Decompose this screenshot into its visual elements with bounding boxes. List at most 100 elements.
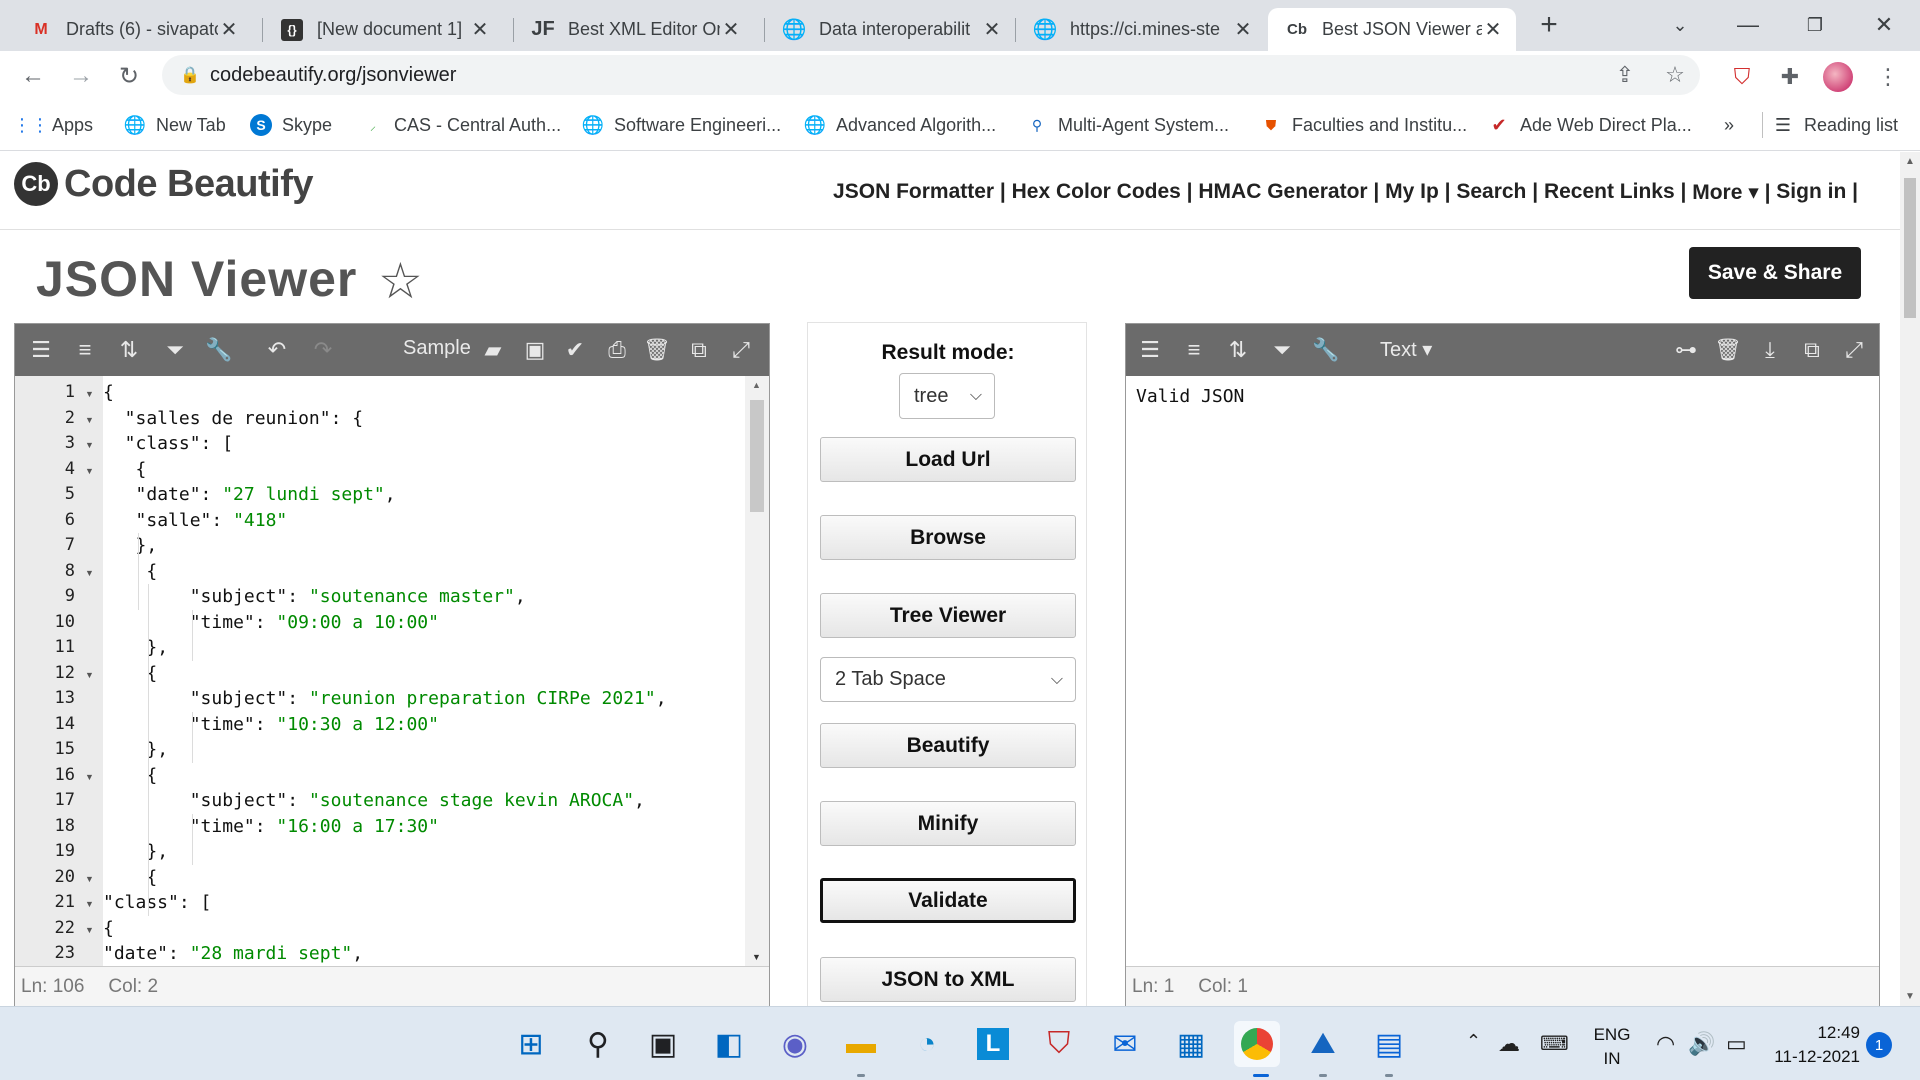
reading-list-button[interactable]: ☰ Reading list bbox=[1772, 111, 1898, 139]
tab-json-viewer[interactable]: Cb Best JSON Viewer a ✕ bbox=[1268, 8, 1516, 51]
format-icon[interactable]: ☰ bbox=[1136, 336, 1164, 364]
delete-trash-icon[interactable]: 🗑 bbox=[643, 336, 671, 364]
nav-recent-links[interactable]: Recent Links | bbox=[1544, 180, 1692, 205]
address-bar[interactable]: 🔒 codebeautify.org/jsonviewer ⇪ ☆ bbox=[162, 55, 1700, 95]
tab-new-document[interactable]: {} [New document 1] ✕ bbox=[263, 8, 503, 51]
bookmark-new-tab[interactable]: 🌐 New Tab bbox=[124, 111, 226, 139]
reload-icon[interactable]: ↻ bbox=[112, 59, 146, 93]
store-icon[interactable]: ▦ bbox=[1168, 1021, 1214, 1067]
nav-json-formatter[interactable]: JSON Formatter | bbox=[833, 180, 1012, 205]
extension-shield-icon[interactable]: ⛉ bbox=[1726, 61, 1758, 93]
notification-badge[interactable]: 1 bbox=[1866, 1032, 1892, 1058]
redo-icon[interactable]: ↷ bbox=[309, 336, 337, 364]
editor-scrollbar[interactable]: ▲ ▼ bbox=[745, 376, 769, 966]
bookmark-apps[interactable]: ⋮⋮ Apps bbox=[13, 111, 93, 139]
sample-button[interactable]: Sample bbox=[403, 337, 471, 360]
tab-data-interoperability[interactable]: 🌐 Data interoperabilit ✕ bbox=[765, 8, 1015, 51]
repair-wrench-icon[interactable]: 🔧 bbox=[1312, 336, 1340, 364]
fold-toggle-icon[interactable]: ▼ bbox=[85, 440, 94, 450]
sort-icon[interactable]: ⇅ bbox=[1224, 336, 1252, 364]
nav-sign-in[interactable]: Sign in | bbox=[1776, 180, 1858, 205]
photos-icon[interactable]: ⛰ bbox=[1300, 1021, 1346, 1067]
print-icon[interactable]: ⎙ bbox=[603, 336, 631, 364]
output-mode-dropdown[interactable]: Text ▾ bbox=[1380, 337, 1432, 362]
fold-toggle-icon[interactable]: ▼ bbox=[85, 874, 94, 884]
compact-icon[interactable]: ≡ bbox=[71, 336, 99, 364]
fold-toggle-icon[interactable]: ▼ bbox=[85, 925, 94, 935]
filter-icon[interactable]: ⏷ bbox=[1268, 336, 1296, 364]
restore-icon[interactable]: ❐ bbox=[1795, 6, 1835, 44]
task-view-icon[interactable]: ▣ bbox=[640, 1021, 686, 1067]
tree-structure-icon[interactable]: ⊶ bbox=[1672, 336, 1700, 364]
fold-toggle-icon[interactable]: ▼ bbox=[85, 568, 94, 578]
load-url-button[interactable]: Load Url bbox=[820, 437, 1076, 482]
fold-toggle-icon[interactable]: ▼ bbox=[85, 899, 94, 909]
volume-icon[interactable]: 🔊 bbox=[1688, 1031, 1715, 1057]
nav-hex-color-codes[interactable]: Hex Color Codes | bbox=[1012, 180, 1199, 205]
site-logo[interactable]: Cb Code Beautify bbox=[14, 162, 313, 206]
search-icon[interactable]: ⚲ bbox=[575, 1021, 621, 1067]
keyboard-icon[interactable]: ⌨ bbox=[1540, 1031, 1569, 1056]
start-windows-icon[interactable]: ⊞ bbox=[508, 1021, 554, 1067]
fold-toggle-icon[interactable]: ▼ bbox=[85, 466, 94, 476]
copy-icon[interactable]: ⧉ bbox=[1798, 336, 1826, 364]
save-share-button[interactable]: Save & Share bbox=[1689, 247, 1861, 299]
nav-more[interactable]: More ▾ | bbox=[1692, 180, 1776, 205]
fold-toggle-icon[interactable]: ▼ bbox=[85, 772, 94, 782]
teams-chat-icon[interactable]: ◉ bbox=[772, 1021, 818, 1067]
bookmark-advanced-algorithms[interactable]: 🌐 Advanced Algorith... bbox=[804, 111, 996, 139]
minify-button[interactable]: Minify bbox=[820, 801, 1076, 846]
download-icon[interactable]: ⤓ bbox=[1756, 336, 1784, 364]
favorite-star-icon[interactable]: ☆ bbox=[378, 252, 423, 310]
tab-xml-editor[interactable]: JF Best XML Editor On ✕ bbox=[514, 8, 754, 51]
close-icon[interactable]: ✕ bbox=[1232, 17, 1254, 42]
bookmark-cas[interactable]: ⸝ CAS - Central Auth... bbox=[362, 111, 561, 139]
json-to-xml-button[interactable]: JSON to XML bbox=[820, 957, 1076, 1002]
fullscreen-icon[interactable]: ⤢ bbox=[727, 336, 755, 364]
fold-toggle-icon[interactable]: ▼ bbox=[85, 389, 94, 399]
beautify-button[interactable]: Beautify bbox=[820, 723, 1076, 768]
tab-search-icon[interactable]: ⌄ bbox=[1660, 6, 1700, 44]
mail-icon[interactable]: ✉ bbox=[1102, 1021, 1148, 1067]
widgets-icon[interactable]: ◧ bbox=[706, 1021, 752, 1067]
format-icon[interactable]: ☰ bbox=[27, 336, 55, 364]
bookmark-multi-agent[interactable]: ⚲ Multi-Agent System... bbox=[1026, 111, 1229, 139]
wifi-icon[interactable]: ◠ bbox=[1656, 1031, 1675, 1057]
json-input-editor[interactable]: {"salles de reunion": {"class": [{"date"… bbox=[103, 376, 745, 966]
page-scrollbar[interactable]: ▲ ▼ bbox=[1900, 152, 1920, 1006]
l-app-icon[interactable]: L bbox=[970, 1021, 1016, 1067]
close-icon[interactable]: ✕ bbox=[981, 17, 1003, 42]
browse-button[interactable]: Browse bbox=[820, 515, 1076, 560]
bookmark-software-engineering[interactable]: 🌐 Software Engineeri... bbox=[582, 111, 781, 139]
share-icon[interactable]: ⇪ bbox=[1600, 62, 1650, 88]
mcafee-shield-icon[interactable]: ⛉ bbox=[1036, 1021, 1082, 1067]
save-disk-icon[interactable]: ▣ bbox=[521, 336, 549, 364]
fold-toggle-icon[interactable]: ▼ bbox=[85, 415, 94, 425]
validate-button[interactable]: Validate bbox=[820, 878, 1076, 923]
language-indicator[interactable]: ENG IN bbox=[1590, 1025, 1634, 1069]
filter-icon[interactable]: ⏷ bbox=[161, 336, 189, 364]
bookmark-star-icon[interactable]: ☆ bbox=[1650, 62, 1700, 88]
minimize-icon[interactable]: — bbox=[1728, 6, 1768, 44]
copy-icon[interactable]: ⧉ bbox=[685, 336, 713, 364]
back-icon[interactable]: ← bbox=[16, 59, 50, 93]
close-icon[interactable]: ✕ bbox=[1482, 17, 1504, 42]
battery-icon[interactable]: ▭ bbox=[1726, 1031, 1747, 1057]
bookmark-ade-web[interactable]: ✔ Ade Web Direct Pla... bbox=[1488, 111, 1691, 139]
open-folder-icon[interactable]: ▰ bbox=[479, 336, 507, 364]
tree-viewer-button[interactable]: Tree Viewer bbox=[820, 593, 1076, 638]
clock[interactable]: 12:49 11-12-2021 bbox=[1770, 1023, 1860, 1067]
close-icon[interactable]: ✕ bbox=[218, 17, 240, 42]
nav-hmac-generator[interactable]: HMAC Generator | bbox=[1198, 180, 1385, 205]
extensions-puzzle-icon[interactable]: ✚ bbox=[1774, 61, 1806, 93]
tab-space-select[interactable]: 2 Tab Space ⌵ bbox=[820, 657, 1076, 702]
new-tab-button[interactable]: + bbox=[1530, 6, 1568, 44]
tray-overflow-icon[interactable]: ⌃ bbox=[1466, 1031, 1481, 1052]
compact-icon[interactable]: ≡ bbox=[1180, 336, 1208, 364]
tab-gmail[interactable]: M Drafts (6) - sivapatc ✕ bbox=[12, 8, 252, 51]
chrome-icon[interactable] bbox=[1234, 1021, 1280, 1067]
result-mode-select[interactable]: tree ⌵ bbox=[899, 373, 995, 419]
window-close-icon[interactable]: ✕ bbox=[1864, 6, 1904, 44]
bookmark-faculties[interactable]: ⛊ Faculties and Institu... bbox=[1260, 111, 1467, 139]
menu-kebab-icon[interactable]: ⋮ bbox=[1872, 61, 1904, 93]
